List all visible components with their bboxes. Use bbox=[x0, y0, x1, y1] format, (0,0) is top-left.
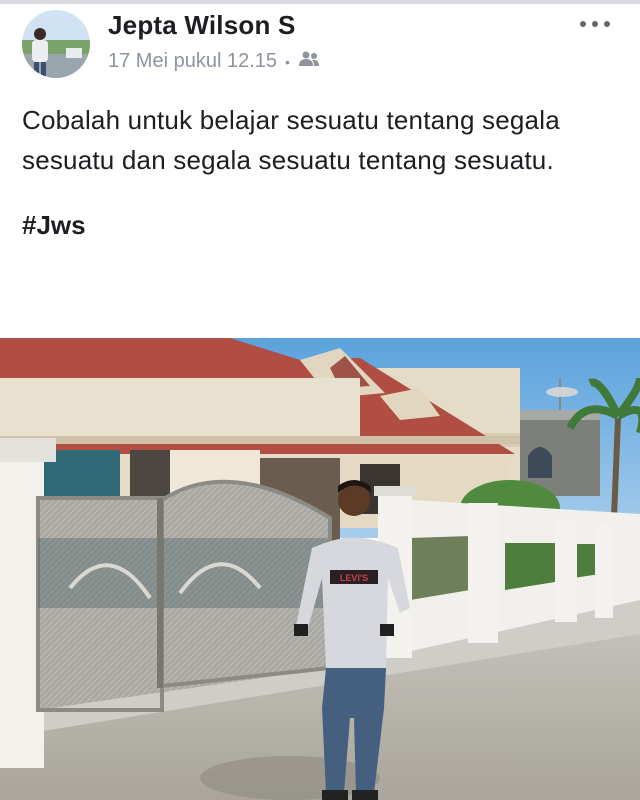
more-options-icon[interactable] bbox=[580, 14, 610, 34]
friends-icon bbox=[298, 50, 320, 73]
post-meta: 17 Mei pukul 12.15 • bbox=[108, 50, 320, 73]
meta-separator: • bbox=[285, 53, 290, 70]
hashtag-link[interactable]: #Jws bbox=[22, 210, 86, 241]
avatar[interactable] bbox=[22, 10, 90, 78]
post-text: Cobalah untuk belajar sesuatu tentang se… bbox=[22, 105, 560, 175]
post-photo[interactable]: LEVI'S bbox=[0, 338, 640, 800]
author-name[interactable]: Jepta Wilson S bbox=[108, 10, 296, 41]
shirt-logo: LEVI'S bbox=[340, 573, 368, 583]
post-header: Jepta Wilson S 17 Mei pukul 12.15 • bbox=[0, 4, 640, 84]
post-timestamp[interactable]: 17 Mei pukul 12.15 bbox=[108, 50, 277, 73]
